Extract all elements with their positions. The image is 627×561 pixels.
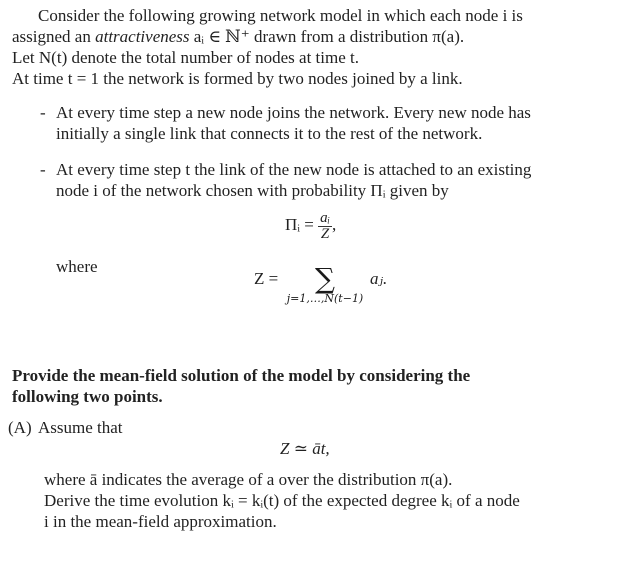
sum-limits: j=1,…,N(t−1) bbox=[286, 292, 364, 305]
equation-probability-fraction: aᵢ Z bbox=[318, 209, 333, 242]
bullet-1-line-2: initially a single link that connects it… bbox=[56, 124, 483, 143]
bullet-marker-2: - bbox=[40, 160, 46, 179]
equation-probability-lhs: Πᵢ = bbox=[285, 215, 314, 234]
summation: ∑ j=1,…,N(t−1) bbox=[280, 265, 370, 305]
equation-probability-comma: , bbox=[332, 215, 337, 234]
part-a-line-3: i in the mean-field approximation. bbox=[44, 512, 277, 531]
bullet-2-line-2: node i of the network chosen with probab… bbox=[56, 181, 449, 200]
bullet-2-line-1: At every time step t the link of the new… bbox=[56, 160, 532, 179]
intro-line-2: assigned an attractiveness aᵢ ∈ ℕ⁺ drawn… bbox=[12, 27, 464, 47]
task-line-2: following two points. bbox=[12, 387, 163, 406]
sum-symbol: ∑ bbox=[315, 262, 335, 295]
part-a-equation: Z ≃ āt, bbox=[280, 439, 330, 458]
equation-normalization-term: aⱼ. bbox=[370, 269, 388, 288]
equation-probability: Πᵢ = aᵢ Z , bbox=[285, 208, 336, 242]
fraction-numerator: aᵢ bbox=[318, 209, 333, 227]
part-a-label: (A) bbox=[8, 418, 32, 437]
equation-normalization-lhs: Z = bbox=[254, 269, 279, 288]
part-a-intro: Assume that bbox=[38, 418, 123, 437]
intro-line-2-pre: assigned an bbox=[12, 27, 96, 46]
bullet-marker-1: - bbox=[40, 103, 46, 122]
part-a-line-2: Derive the time evolution kᵢ = kᵢ(t) of … bbox=[44, 491, 520, 510]
fraction-denominator: Z bbox=[320, 225, 330, 242]
part-a-line-1: where ā indicates the average of a over … bbox=[44, 470, 453, 489]
task-line-1: Provide the mean-field solution of the m… bbox=[12, 366, 471, 385]
bullet-1-line-1: At every time step a new node joins the … bbox=[56, 103, 531, 122]
intro-line-1: Consider the following growing network m… bbox=[38, 6, 523, 25]
attractiveness-term: attractiveness bbox=[95, 27, 190, 46]
where-label: where bbox=[56, 257, 98, 276]
intro-line-3: Let N(t) denote the total number of node… bbox=[12, 48, 359, 67]
intro-line-4: At time t = 1 the network is formed by t… bbox=[12, 69, 463, 88]
intro-line-2-post: aᵢ ∈ ℕ⁺ drawn from a distribution π(a). bbox=[189, 27, 465, 46]
